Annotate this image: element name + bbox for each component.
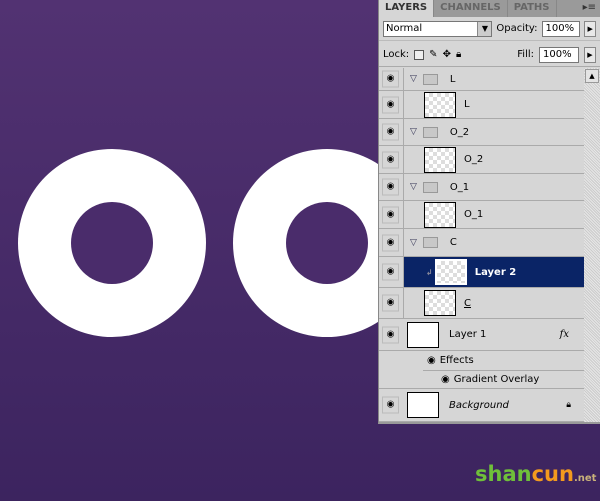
- folder-icon: [422, 126, 438, 138]
- effects-label: Effects: [439, 355, 474, 366]
- layer-name: Layer 2: [474, 266, 517, 278]
- eye-icon[interactable]: ◉: [382, 96, 399, 113]
- folder-icon: [422, 73, 438, 85]
- eye-icon[interactable]: ◉: [382, 206, 399, 223]
- eye-icon[interactable]: ◉: [382, 326, 399, 343]
- layer-name: L: [464, 99, 470, 110]
- lock-all-icon[interactable]: 🔒︎: [456, 49, 461, 60]
- layer-thumbnail: [407, 392, 439, 418]
- fill-input[interactable]: 100%: [539, 46, 579, 63]
- expand-triangle-icon[interactable]: ▽: [410, 238, 417, 248]
- eye-icon[interactable]: ◉: [382, 70, 399, 88]
- eye-icon[interactable]: ◉: [382, 294, 399, 312]
- layers-panel: LAYERS CHANNELS PATHS ▸≡ Normal ▼ Opacity…: [378, 0, 600, 424]
- lock-icon: 🔒︎: [566, 400, 571, 410]
- layer-group-row[interactable]: ◉ ▽ C: [379, 229, 585, 257]
- layer-name: Background: [449, 399, 509, 411]
- background-layer-row[interactable]: ◉ Background 🔒︎: [379, 389, 585, 422]
- layer-thumbnail: [424, 146, 456, 173]
- expand-triangle-icon[interactable]: ▽: [410, 127, 417, 137]
- eye-icon[interactable]: ◉: [441, 374, 450, 385]
- opacity-slider-button[interactable]: ▶: [584, 20, 597, 37]
- ring-o2-hole: [286, 202, 368, 284]
- blend-mode-value: Normal: [386, 23, 423, 34]
- eye-icon[interactable]: ◉: [427, 355, 436, 366]
- tab-paths[interactable]: PATHS: [508, 0, 557, 17]
- fill-slider-button[interactable]: ▶: [584, 46, 596, 63]
- effects-row[interactable]: ◉ Effects: [379, 351, 585, 370]
- layer-name: O_2: [464, 154, 484, 165]
- layer-name: C: [449, 237, 457, 248]
- layers-scrollbar[interactable]: ▲: [584, 68, 600, 422]
- layer-name: O_2: [449, 126, 470, 138]
- layer-thumbnail: [424, 290, 456, 316]
- layer-row[interactable]: ◉ O_2: [379, 146, 585, 174]
- layer-name: L: [449, 73, 456, 85]
- watermark-shan: shan: [475, 462, 532, 486]
- folder-icon: [422, 181, 438, 193]
- lock-label: Lock:: [383, 49, 410, 60]
- expand-triangle-icon[interactable]: ▽: [410, 182, 417, 192]
- opacity-label: Opacity:: [496, 23, 538, 34]
- fx-icon[interactable]: fx: [560, 329, 569, 340]
- layer-group-row[interactable]: ◉ ▽ O_1: [379, 174, 585, 201]
- watermark-logo: shancun.net: [475, 462, 596, 486]
- ring-o1-hole: [71, 202, 153, 284]
- eye-icon[interactable]: ◉: [382, 151, 399, 168]
- layers-list: ◉ ▽ L ◉ L ◉ ▽ O_2 ◉ O_2 ◉ ▽ O_1 ◉ O_1 ◉ ▽ C ◉ ↲ Layer…: [379, 68, 585, 422]
- eye-icon[interactable]: ◉: [382, 396, 399, 414]
- blend-mode-select[interactable]: Normal ▼: [383, 20, 493, 37]
- layer-group-row[interactable]: ◉ ▽ L: [379, 68, 585, 91]
- clip-arrow-icon: ↲: [426, 267, 433, 277]
- lock-transparency-icon[interactable]: [414, 49, 425, 60]
- layer-row[interactable]: ◉ O_1: [379, 201, 585, 229]
- layer-row[interactable]: ◉ Layer 1 fx: [379, 319, 585, 351]
- layer-name: C: [464, 297, 471, 309]
- layer-thumbnail: [434, 259, 467, 285]
- tab-channels[interactable]: CHANNELS: [434, 0, 508, 17]
- effect-row[interactable]: ◉ Gradient Overlay: [379, 370, 585, 389]
- layer-thumbnail: [424, 91, 456, 118]
- scroll-up-icon[interactable]: ▲: [585, 69, 599, 83]
- layer-name: Layer 1: [449, 329, 487, 340]
- expand-triangle-icon[interactable]: ▽: [410, 74, 417, 84]
- layer-name: O_1: [449, 181, 470, 193]
- tab-layers[interactable]: LAYERS: [379, 0, 435, 17]
- eye-icon[interactable]: ◉: [382, 234, 399, 251]
- layer-thumbnail: [424, 201, 456, 228]
- opacity-input[interactable]: 100%: [541, 20, 581, 37]
- layer-row[interactable]: ◉ C: [379, 288, 585, 319]
- effect-name: Gradient Overlay: [453, 374, 540, 385]
- panel-menu-icon[interactable]: ▸≡: [583, 2, 596, 13]
- layer-row[interactable]: ◉ L: [379, 91, 585, 119]
- layer-name: O_1: [464, 209, 484, 220]
- watermark-cun: cun: [531, 462, 574, 486]
- watermark-suffix: .net: [573, 473, 597, 484]
- lock-brush-icon[interactable]: ✎: [429, 49, 437, 60]
- eye-icon[interactable]: ◉: [382, 178, 399, 196]
- layer-thumbnail: [407, 321, 439, 348]
- fill-label: Fill:: [517, 49, 534, 60]
- chevron-down-icon: ▼: [477, 21, 492, 36]
- eye-icon[interactable]: ◉: [382, 123, 399, 141]
- eye-icon[interactable]: ◉: [382, 263, 399, 281]
- layer-row-selected[interactable]: ◉ ↲ Layer 2: [379, 257, 585, 288]
- folder-icon: [422, 237, 438, 248]
- lock-move-icon[interactable]: ✥: [443, 49, 451, 60]
- layer-group-row[interactable]: ◉ ▽ O_2: [379, 119, 585, 146]
